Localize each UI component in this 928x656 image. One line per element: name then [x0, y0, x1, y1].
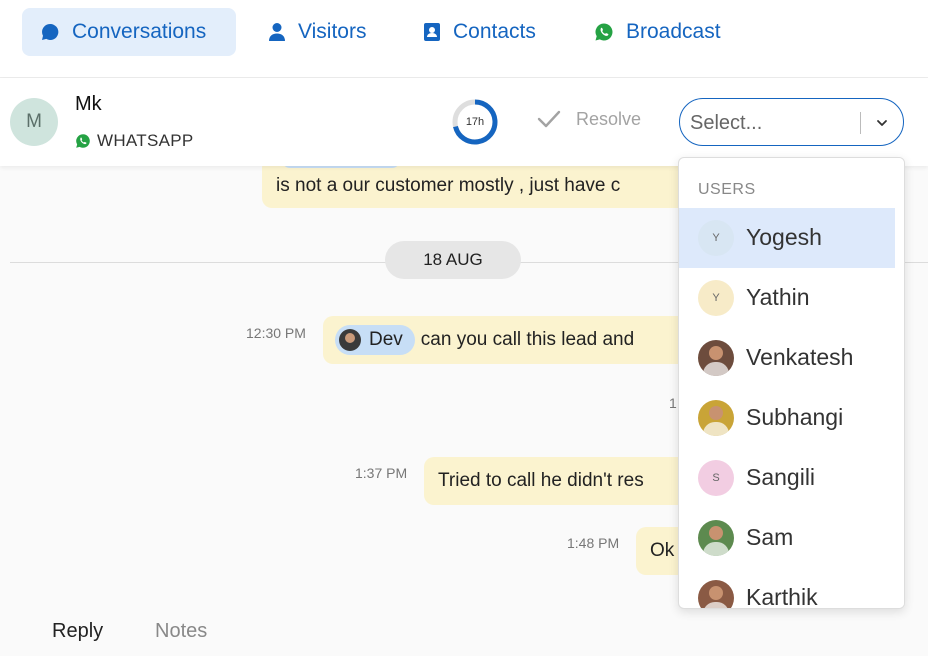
- message-time: 1:37 PM: [355, 465, 408, 481]
- tab-broadcast-label: Broadcast: [626, 20, 721, 43]
- contact-avatar: M: [10, 98, 58, 146]
- select-separator: [860, 112, 861, 134]
- user-avatar: [698, 400, 734, 436]
- tab-reply[interactable]: Reply: [52, 620, 103, 643]
- tab-notes[interactable]: Notes: [155, 620, 207, 643]
- mention-avatar: [339, 329, 361, 351]
- date-separator: 18 AUG: [385, 241, 521, 279]
- user-avatar: [698, 580, 734, 608]
- contact-name: Mk: [75, 93, 102, 115]
- mention-chip-partial: [282, 166, 400, 168]
- user-name: Karthik: [746, 584, 818, 609]
- user-option-sangili[interactable]: S Sangili: [679, 448, 895, 508]
- message-text: Ok: [650, 540, 675, 561]
- user-name: Yathin: [746, 284, 810, 310]
- user-option-venkatesh[interactable]: Venkatesh: [679, 328, 895, 388]
- sla-timer: 17h: [451, 98, 499, 146]
- message-text: can you call this lead and: [420, 329, 635, 350]
- dropdown-scrollbar[interactable]: [897, 158, 904, 608]
- message-time-partial: 1: [669, 395, 677, 411]
- user-option-yathin[interactable]: Y Yathin: [679, 268, 895, 328]
- tab-visitors[interactable]: Visitors: [250, 8, 384, 56]
- channel-name: WHATSAPP: [97, 131, 194, 150]
- user-name: Sangili: [746, 464, 816, 490]
- user-option-sam[interactable]: Sam: [679, 508, 895, 568]
- contact-book-icon: [424, 23, 440, 41]
- whatsapp-icon: [76, 134, 90, 148]
- person-icon: [269, 23, 285, 41]
- user-name: Sam: [746, 524, 794, 550]
- conversation-header: M Mk WHATSAPP 17h Resolve Select...: [0, 78, 928, 166]
- resolve-label: Resolve: [576, 108, 642, 129]
- checkmark-icon: [537, 110, 561, 128]
- reply-composer-tabs: Reply Notes: [0, 606, 928, 656]
- message-bubble: Dev can you call this lead and: [323, 316, 723, 364]
- assign-user-dropdown: USERS Y Yogesh Y Yathin Venkatesh Subhangi S Sa…: [678, 157, 905, 609]
- assign-select[interactable]: Select...: [679, 98, 904, 146]
- user-avatar: S: [698, 460, 734, 496]
- mention-chip[interactable]: Dev: [335, 325, 415, 355]
- whatsapp-icon: [595, 23, 613, 41]
- message-time: 1:48 PM: [567, 535, 620, 551]
- timer-label: 17h: [465, 116, 485, 128]
- message-time: 12:30 PM: [246, 325, 306, 341]
- assign-select-placeholder: Select...: [690, 112, 763, 134]
- top-navigation: Conversations Visitors Contacts Broadcas…: [0, 0, 928, 78]
- message-text: is not a our customer mostly , just have…: [276, 175, 621, 196]
- user-avatar: Y: [698, 280, 734, 316]
- user-name: Subhangi: [746, 404, 844, 430]
- user-option-yogesh[interactable]: Y Yogesh: [679, 208, 895, 268]
- dropdown-group-label: USERS: [698, 181, 756, 198]
- message-text: Tried to call he didn't res: [438, 470, 644, 491]
- tab-conversations[interactable]: Conversations: [22, 8, 236, 56]
- tab-visitors-label: Visitors: [298, 20, 367, 43]
- chevron-down-icon[interactable]: [872, 113, 892, 133]
- user-name: Venkatesh: [746, 344, 854, 370]
- tab-contacts-label: Contacts: [453, 20, 536, 43]
- user-option-subhangi[interactable]: Subhangi: [679, 388, 895, 448]
- user-option-karthik[interactable]: Karthik: [679, 568, 895, 609]
- tab-contacts[interactable]: Contacts: [405, 8, 554, 56]
- channel-label: WHATSAPP: [75, 131, 194, 151]
- user-name: Yogesh: [746, 224, 822, 250]
- user-avatar: [698, 340, 734, 376]
- user-avatar: Y: [698, 220, 734, 256]
- user-avatar: [698, 520, 734, 556]
- message-bubble: is not a our customer mostly , just have…: [262, 166, 712, 208]
- tab-broadcast[interactable]: Broadcast: [576, 8, 739, 56]
- chat-bubble-icon: [42, 23, 59, 40]
- resolve-button[interactable]: Resolve: [536, 108, 641, 130]
- mention-name: Dev: [369, 329, 403, 350]
- tab-conversations-label: Conversations: [72, 20, 207, 43]
